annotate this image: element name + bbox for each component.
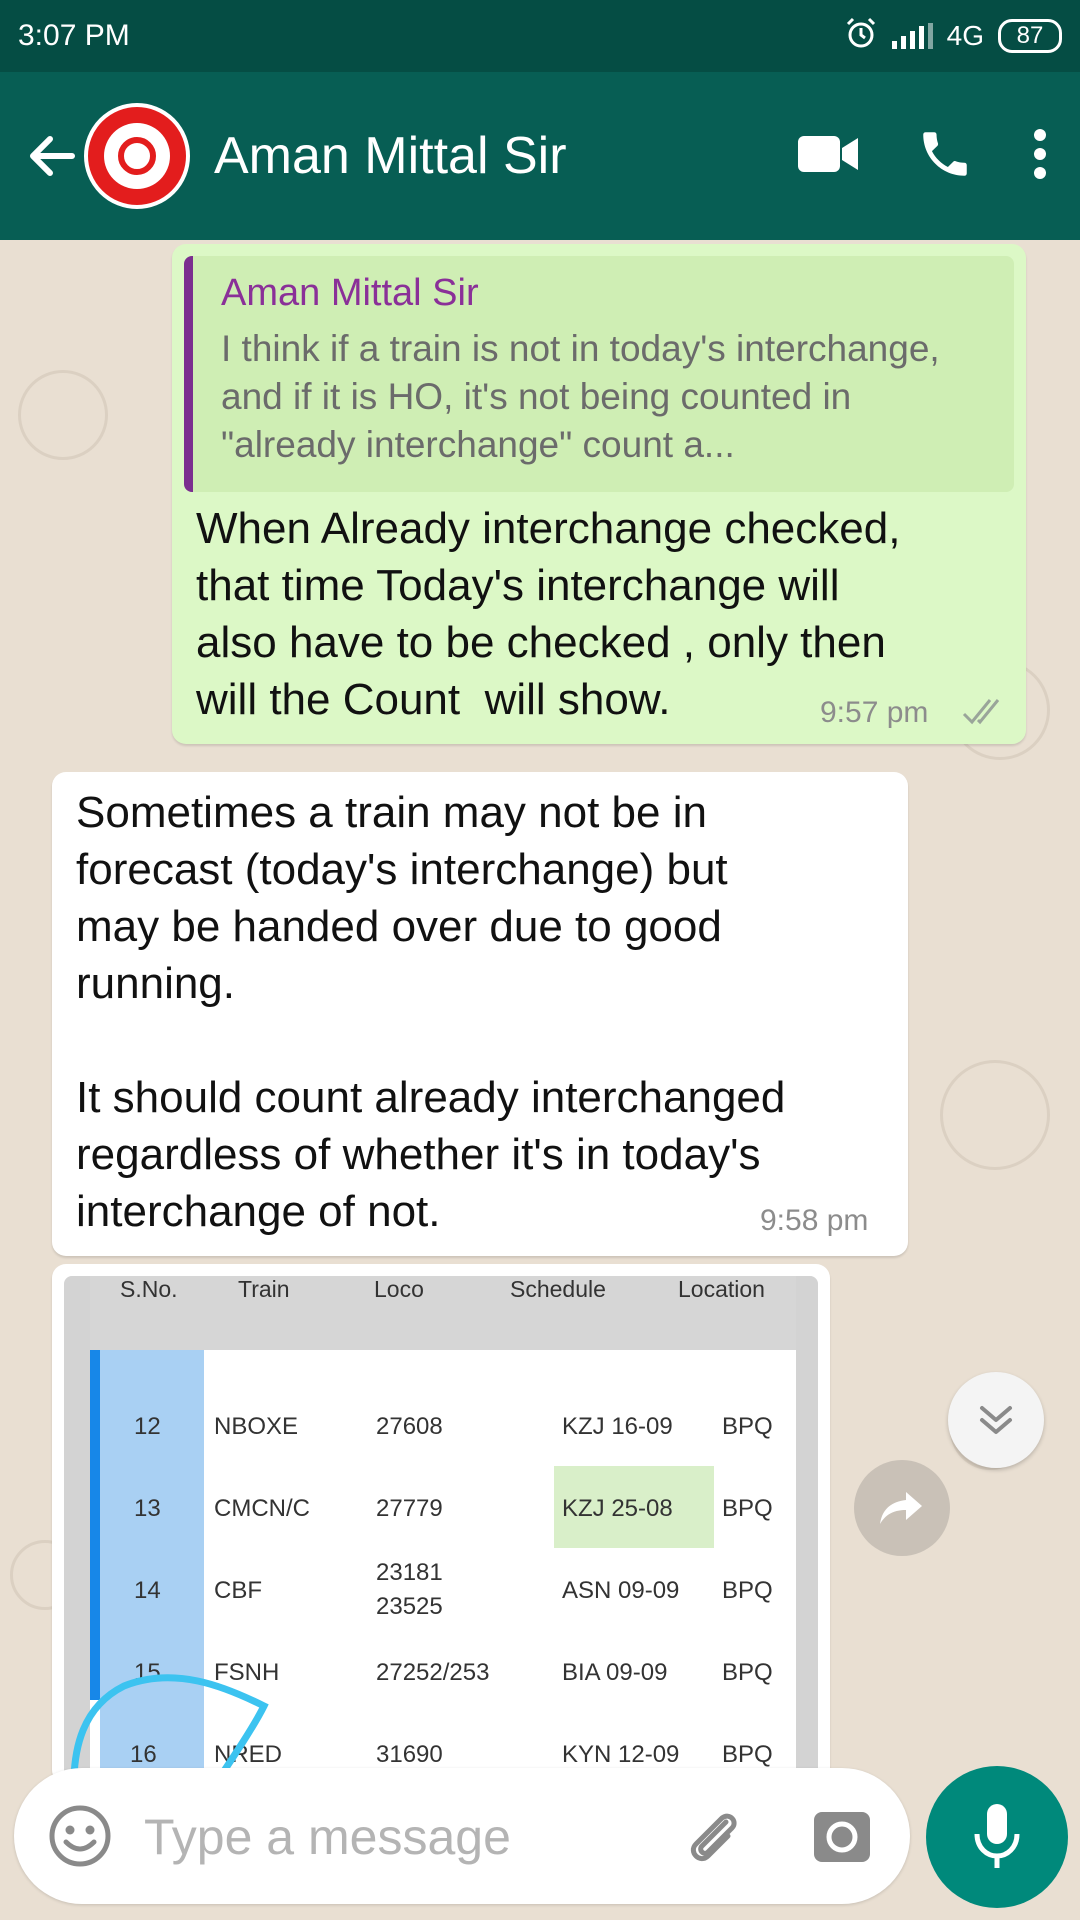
table-cell: BPQ (722, 1659, 773, 1686)
table-cell: KZJ 16-09 (562, 1413, 673, 1440)
avatar[interactable] (84, 103, 190, 209)
forward-button[interactable] (854, 1460, 950, 1556)
table-cell: BPQ (722, 1741, 773, 1768)
wallpaper-doodle (940, 1060, 1050, 1170)
quoted-message[interactable]: Aman Mittal Sir I think if a train is no… (184, 256, 1014, 492)
status-indicators: 4G 87 (844, 16, 1062, 57)
attach-icon (690, 1813, 737, 1862)
alarm-icon (844, 16, 878, 57)
back-arrow-icon (30, 136, 75, 176)
table-cell: BPQ (722, 1413, 773, 1440)
attach-button[interactable] (680, 1802, 748, 1870)
quote-author: Aman Mittal Sir (221, 272, 479, 314)
status-bar: 3:07 PM 4G 87 (0, 0, 1080, 72)
table-cell: 27779 (376, 1495, 443, 1522)
quote-text: I think if a train is not in today's int… (221, 328, 940, 465)
emoji-button[interactable] (46, 1802, 114, 1870)
table-header-cell: Location (678, 1276, 765, 1302)
chat-header: Aman Mittal Sir (0, 72, 1080, 240)
double-check-icon (962, 696, 1010, 733)
contact-name[interactable]: Aman Mittal Sir (214, 126, 796, 186)
scroll-to-bottom-button[interactable] (948, 1372, 1044, 1468)
message-composer: Type a message (14, 1768, 910, 1904)
forward-icon (880, 1492, 922, 1524)
table-cell: 14 (134, 1577, 161, 1604)
message-time: 9:58 pm (760, 1204, 869, 1237)
message-text: Sometimes a train may not be in forecast… (76, 788, 786, 1236)
table-header-cell: Train (238, 1276, 290, 1302)
video-call-button[interactable] (796, 132, 860, 181)
camera-icon (814, 1812, 870, 1862)
table-cell: 12 (134, 1413, 161, 1440)
mic-icon (974, 1804, 1020, 1868)
table-cell: KZJ 25-08 (562, 1495, 673, 1522)
double-chevron-down-icon (980, 1406, 1012, 1434)
table-cell: 27252/253 (376, 1659, 490, 1686)
table-cell: 13 (134, 1495, 161, 1522)
table-cell: BPQ (722, 1577, 773, 1604)
incoming-message[interactable]: Sometimes a train may not be in forecast… (52, 772, 908, 1256)
outgoing-message[interactable]: Aman Mittal Sir I think if a train is no… (172, 244, 1026, 744)
video-call-icon (798, 135, 858, 172)
table-cell: CBF (214, 1577, 262, 1604)
table-cell: KYN 12-09 (562, 1741, 680, 1768)
status-time: 3:07 PM (18, 19, 130, 52)
table-header-cell: S.No. (120, 1276, 178, 1302)
table-cell: NBOXE (214, 1413, 299, 1440)
header-actions (796, 125, 1050, 188)
table-header-cell: Schedule (510, 1276, 606, 1302)
phone-call-icon (923, 131, 967, 176)
table-header: S.No. Train Loco Schedule Location (90, 1276, 796, 1350)
table-cell: ASN 09-09 (562, 1577, 680, 1604)
table-cell: CMCN/C (214, 1495, 310, 1522)
message-text: When Already interchange checked, that t… (196, 504, 901, 724)
voice-call-button[interactable] (916, 125, 974, 188)
message-time: 9:57 pm (820, 696, 929, 729)
voice-record-button[interactable] (926, 1766, 1068, 1908)
table-cell: 31690 (376, 1741, 443, 1768)
image-thumbnail[interactable]: S.No. Train Loco Schedule Location 12 NB… (64, 1276, 818, 1784)
back-button[interactable] (6, 106, 96, 206)
railway-logo-icon (104, 123, 170, 189)
signal-icon (891, 23, 933, 49)
message-input[interactable]: Type a message (144, 1808, 511, 1866)
network-type: 4G (946, 20, 984, 51)
more-vert-icon (1034, 128, 1046, 179)
battery-indicator: 87 (998, 19, 1062, 53)
table-cell: 27608 (376, 1413, 443, 1440)
table-header-cell: Loco (374, 1276, 424, 1302)
more-options-button[interactable] (1030, 127, 1050, 186)
emoji-icon (49, 1805, 111, 1867)
table-cell: BIA 09-09 (562, 1659, 668, 1686)
table-cell: BPQ (722, 1495, 773, 1522)
table-cell: 23181 23525 (376, 1559, 443, 1620)
hand-drawn-annotation (70, 1674, 269, 1784)
image-message[interactable]: S.No. Train Loco Schedule Location 12 NB… (52, 1264, 830, 1784)
camera-button[interactable] (808, 1802, 876, 1870)
wallpaper-doodle (18, 370, 108, 460)
